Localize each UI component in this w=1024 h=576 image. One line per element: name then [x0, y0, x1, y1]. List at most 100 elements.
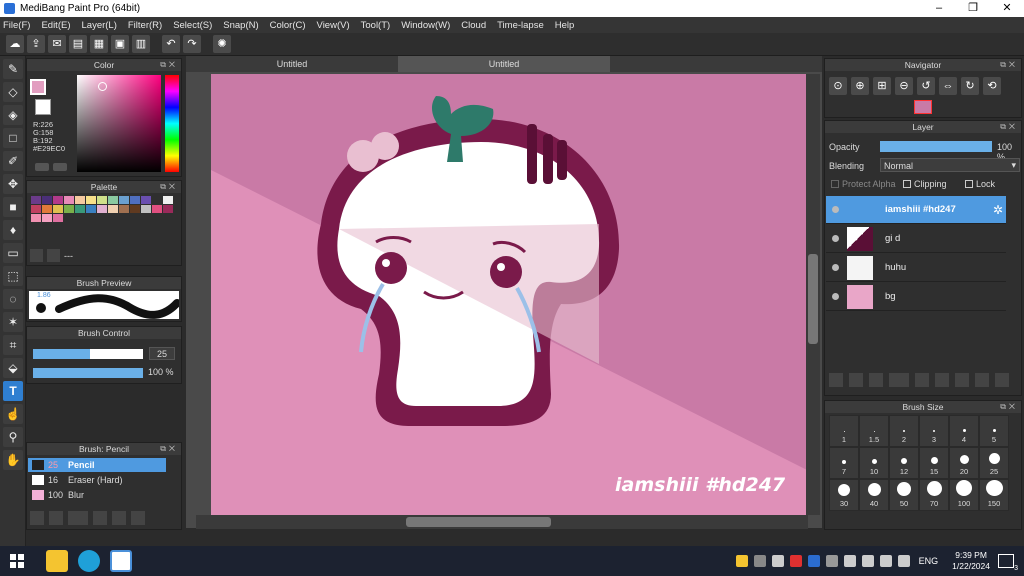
palette-swatch[interactable] — [86, 205, 96, 213]
menu-window[interactable]: Window(W) — [401, 20, 450, 31]
duplicate-layer-icon[interactable] — [935, 373, 949, 387]
delete-layer-icon[interactable] — [995, 373, 1009, 387]
delete-palette-icon[interactable] — [47, 249, 60, 262]
brush-opacity-slider[interactable] — [33, 368, 143, 378]
menu-view[interactable]: View(V) — [317, 20, 350, 31]
message-icon[interactable]: ▤ — [69, 35, 87, 53]
capture-icon[interactable] — [771, 555, 784, 567]
clock[interactable]: 9:39 PM 1/22/2024 — [952, 550, 990, 572]
palette-swatch[interactable] — [130, 196, 140, 204]
brush-size-cell[interactable]: 25 — [979, 447, 1009, 479]
select-tool-icon[interactable]: ⬚ — [3, 266, 23, 286]
brush-copy-icon[interactable] — [131, 511, 145, 525]
text-tool-icon[interactable]: T — [3, 381, 23, 401]
layer-row[interactable]: gi d — [826, 225, 1006, 253]
gradient-tool-icon[interactable]: ▭ — [3, 243, 23, 263]
brush-size-cell[interactable]: 40 — [859, 479, 889, 511]
palette-swatch[interactable] — [152, 196, 162, 204]
brush-size-cell[interactable]: 30 — [829, 479, 859, 511]
hue-slider[interactable] — [165, 75, 179, 172]
brush-size-cell[interactable]: 150 — [979, 479, 1009, 511]
new-palette-icon[interactable] — [30, 249, 43, 262]
cloud-icon[interactable]: ☁ — [6, 35, 24, 53]
palette-swatch[interactable] — [108, 205, 118, 213]
brush-size-cell[interactable]: 1.5 — [859, 415, 889, 447]
zoom-fit-icon[interactable]: ⊙ — [829, 77, 847, 95]
document-icon[interactable]: ▦ — [90, 35, 108, 53]
lasso-tool-icon[interactable]: ◌ — [3, 289, 23, 309]
select-pen-icon[interactable]: ⌗ — [3, 335, 23, 355]
battery-icon[interactable] — [861, 555, 874, 567]
horizontal-scrollbar[interactable] — [196, 515, 808, 529]
medibang-app-icon[interactable] — [110, 550, 132, 572]
loading-icon[interactable]: ✺ — [213, 35, 231, 53]
palette-swatch[interactable] — [119, 205, 129, 213]
palette-swatch[interactable] — [31, 214, 41, 222]
brush-item[interactable]: 16 Eraser (Hard) — [28, 473, 166, 487]
menu-file[interactable]: File(F) — [3, 20, 30, 31]
word-icon[interactable] — [807, 555, 820, 567]
menu-color[interactable]: Color(C) — [270, 20, 306, 31]
menu-cloud[interactable]: Cloud — [461, 20, 486, 31]
shield-icon[interactable] — [735, 555, 748, 567]
rotate-right-icon[interactable]: ↻ — [961, 77, 979, 95]
vivaldi-icon[interactable] — [789, 555, 802, 567]
layer-folder-icon[interactable] — [915, 373, 929, 387]
visibility-icon[interactable] — [832, 264, 839, 271]
visibility-icon[interactable] — [832, 206, 839, 213]
brush-size-cell[interactable]: 50 — [889, 479, 919, 511]
visibility-icon[interactable] — [832, 293, 839, 300]
color-mode-buttons[interactable] — [35, 163, 71, 172]
zoom-actual-icon[interactable]: ⊞ — [873, 77, 891, 95]
gear-icon[interactable]: ✲ — [993, 203, 1003, 217]
brush-size-cell[interactable]: 3 — [919, 415, 949, 447]
palette-swatch[interactable] — [53, 205, 63, 213]
magic-wand-icon[interactable]: ✶ — [3, 312, 23, 332]
brush-size-cell[interactable]: 15 — [919, 447, 949, 479]
layer-row[interactable]: huhu — [826, 254, 1006, 282]
add-brush-icon[interactable] — [30, 511, 44, 525]
select-eraser-icon[interactable]: ⬙ — [3, 358, 23, 378]
blending-select[interactable]: Normal ▾ — [880, 158, 1020, 172]
layer-row[interactable]: iamshiii #hd247 ✲ — [826, 196, 1006, 224]
palette-swatch[interactable] — [86, 196, 96, 204]
dot-eraser-icon[interactable]: ◈ — [3, 105, 23, 125]
new-brush-icon[interactable] — [49, 511, 63, 525]
brush-size-cell[interactable]: 10 — [859, 447, 889, 479]
palette-swatch[interactable] — [53, 196, 63, 204]
brush-opacity-value[interactable]: 100 % — [148, 367, 174, 377]
brush-item[interactable]: 100 Blur — [28, 488, 166, 502]
primary-color-swatch[interactable] — [30, 79, 46, 95]
zoom-in-icon[interactable]: ⊕ — [851, 77, 869, 95]
palette-swatch[interactable] — [163, 196, 173, 204]
secondary-color-swatch[interactable] — [35, 99, 51, 115]
dropper-tool-icon[interactable]: ⚲ — [3, 427, 23, 447]
close-button[interactable]: ✕ — [990, 0, 1024, 17]
app-tray-icon[interactable] — [753, 555, 766, 567]
rectangle-tool-icon[interactable]: □ — [3, 128, 23, 148]
reset-view-icon[interactable]: ⟲ — [983, 77, 1001, 95]
brush-size-cell[interactable]: 1 — [829, 415, 859, 447]
protect-alpha-checkbox[interactable]: Protect Alpha — [831, 179, 896, 189]
clipping-checkbox[interactable]: Clipping — [903, 179, 947, 189]
palette-swatch[interactable] — [108, 196, 118, 204]
palette-swatch[interactable] — [75, 205, 85, 213]
brush-size-cell[interactable]: 5 — [979, 415, 1009, 447]
palette-swatch[interactable] — [42, 214, 52, 222]
palette-swatch[interactable] — [163, 205, 173, 213]
palette-swatch[interactable] — [42, 205, 52, 213]
menu-help[interactable]: Help — [555, 20, 575, 31]
palette-swatch[interactable] — [31, 196, 41, 204]
palette-swatch[interactable] — [152, 205, 162, 213]
lock-checkbox[interactable]: Lock — [965, 179, 995, 189]
palette-swatch[interactable] — [53, 214, 63, 222]
navigator-thumbnail[interactable] — [914, 100, 932, 114]
redo-icon[interactable]: ↷ — [183, 35, 201, 53]
merge-layer-icon[interactable] — [955, 373, 969, 387]
layer-opacity-slider[interactable] — [880, 141, 992, 152]
flip-icon[interactable]: ⇔ — [939, 77, 957, 95]
brush-size-slider[interactable] — [33, 349, 143, 359]
brush-folder-icon[interactable] — [112, 511, 126, 525]
minimize-button[interactable]: – — [922, 0, 956, 17]
palette-swatch[interactable] — [130, 205, 140, 213]
